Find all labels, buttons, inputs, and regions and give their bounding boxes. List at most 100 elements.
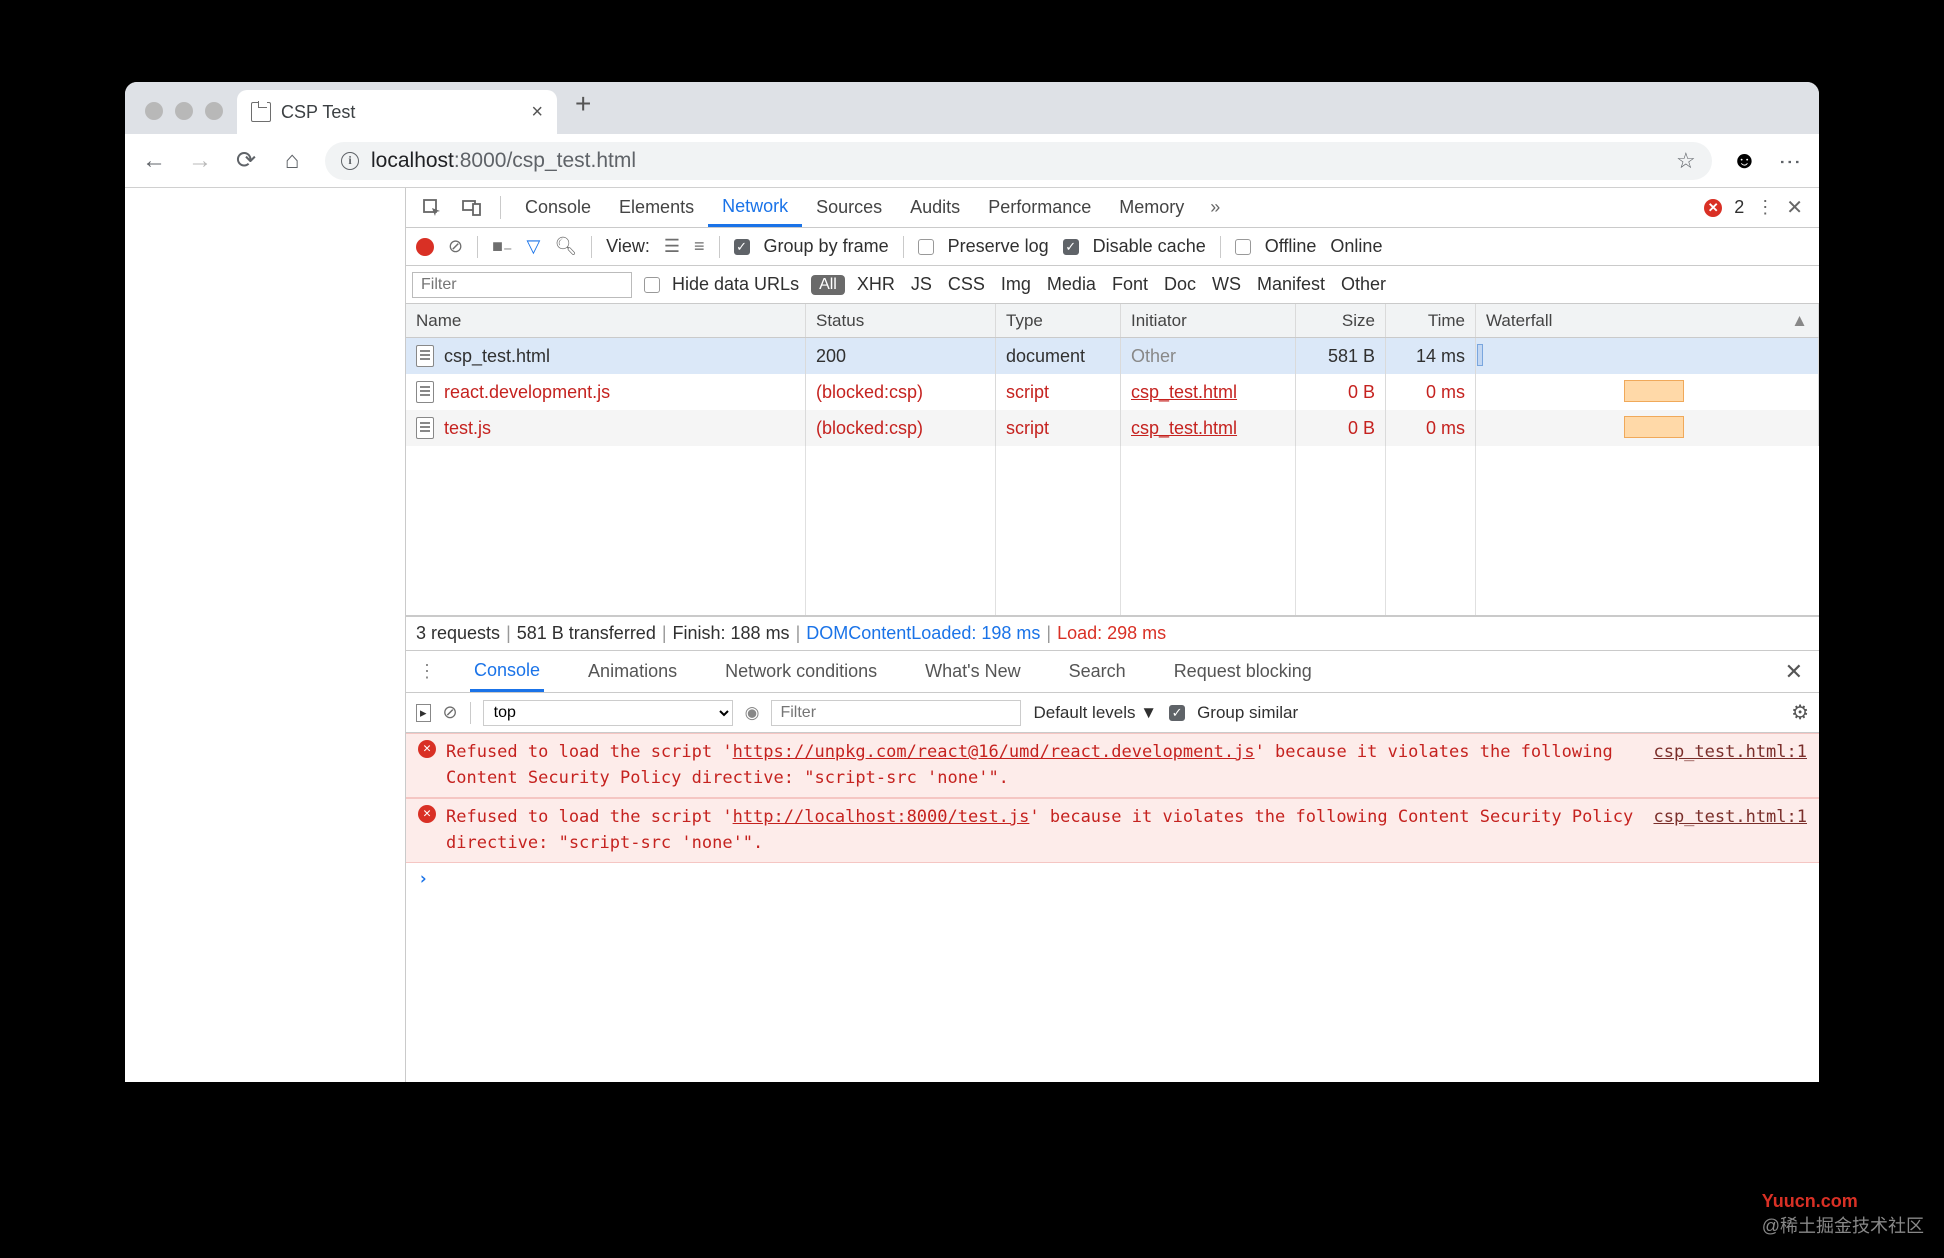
table-row[interactable]: test.js (blocked:csp)script csp_test.htm… bbox=[406, 410, 1819, 446]
hide-data-urls-checkbox[interactable] bbox=[644, 277, 660, 293]
close-dot[interactable] bbox=[145, 102, 163, 120]
disable-cache-label: Disable cache bbox=[1093, 236, 1206, 257]
drawer-tab-request-blocking[interactable]: Request blocking bbox=[1170, 651, 1316, 692]
console-toolbar: ▸ ⊘ top ◉ Default levels ▼ ✓ Group simil… bbox=[406, 693, 1819, 733]
devtools-tab-network[interactable]: Network bbox=[708, 188, 802, 227]
drawer-menu-icon[interactable]: ⋮ bbox=[414, 651, 440, 692]
drawer-tab-network-conditions[interactable]: Network conditions bbox=[721, 651, 881, 692]
filter-type-font[interactable]: Font bbox=[1112, 274, 1148, 295]
console-prompt[interactable]: › bbox=[406, 863, 1819, 895]
log-levels-dropdown[interactable]: Default levels ▼ bbox=[1033, 703, 1157, 723]
devtools-close-icon[interactable]: ✕ bbox=[1786, 195, 1803, 220]
filter-type-other[interactable]: Other bbox=[1341, 274, 1386, 295]
search-icon[interactable]: 🔍︎ bbox=[554, 236, 577, 257]
bookmark-icon[interactable]: ☆ bbox=[1676, 148, 1696, 174]
filter-all[interactable]: All bbox=[811, 275, 845, 295]
live-expression-icon[interactable]: ◉ bbox=[745, 703, 760, 723]
filter-type-js[interactable]: JS bbox=[911, 274, 932, 295]
minimize-dot[interactable] bbox=[175, 102, 193, 120]
filter-type-css[interactable]: CSS bbox=[948, 274, 985, 295]
devtools-tab-sources[interactable]: Sources bbox=[802, 188, 896, 227]
online-label[interactable]: Online bbox=[1330, 236, 1382, 257]
clear-icon[interactable]: ⊘ bbox=[448, 236, 463, 257]
large-rows-icon[interactable]: ☰ bbox=[664, 236, 680, 257]
console-error-message: ✕ Refused to load the script 'http://loc… bbox=[406, 798, 1819, 863]
disable-cache-checkbox[interactable]: ✓ bbox=[1063, 239, 1079, 255]
col-name[interactable]: Name bbox=[406, 304, 806, 337]
file-icon bbox=[416, 417, 434, 439]
console-clear-icon[interactable]: ⊘ bbox=[443, 702, 458, 723]
devtools-tab-performance[interactable]: Performance bbox=[974, 188, 1105, 227]
drawer-tab-what's-new[interactable]: What's New bbox=[921, 651, 1024, 692]
home-button[interactable]: ⌂ bbox=[279, 147, 305, 175]
error-badge-icon[interactable]: ✕ bbox=[1704, 199, 1722, 217]
network-status-bar: 3 requests| 581 B transferred| Finish: 1… bbox=[406, 617, 1819, 651]
devtools-panel: ConsoleElementsNetworkSourcesAuditsPerfo… bbox=[405, 188, 1819, 1082]
drawer-tab-search[interactable]: Search bbox=[1065, 651, 1130, 692]
col-time[interactable]: Time bbox=[1386, 304, 1476, 337]
browser-tab[interactable]: CSP Test × bbox=[237, 90, 557, 134]
console-filter-input[interactable] bbox=[771, 700, 1021, 726]
context-select[interactable]: top bbox=[483, 700, 733, 726]
devtools-tab-console[interactable]: Console bbox=[511, 188, 605, 227]
devtools-tab-memory[interactable]: Memory bbox=[1105, 188, 1198, 227]
table-row[interactable]: react.development.js (blocked:csp)script… bbox=[406, 374, 1819, 410]
preserve-log-label: Preserve log bbox=[948, 236, 1049, 257]
record-button[interactable] bbox=[416, 238, 434, 256]
drawer-close-icon[interactable]: ✕ bbox=[1777, 651, 1811, 692]
col-status[interactable]: Status bbox=[806, 304, 996, 337]
browser-menu-icon[interactable]: ⋮ bbox=[1777, 151, 1803, 171]
devtools-tab-elements[interactable]: Elements bbox=[605, 188, 708, 227]
message-source-link[interactable]: csp_test.html:1 bbox=[1653, 740, 1807, 791]
status-requests: 3 requests bbox=[416, 623, 500, 644]
omnibox[interactable]: i localhost:8000/csp_test.html ☆ bbox=[325, 142, 1712, 180]
filter-type-doc[interactable]: Doc bbox=[1164, 274, 1196, 295]
filter-icon[interactable]: ▽ bbox=[526, 236, 540, 257]
site-info-icon[interactable]: i bbox=[341, 152, 359, 170]
devtools-menu-icon[interactable]: ⋮ bbox=[1756, 197, 1774, 218]
forward-button[interactable]: → bbox=[187, 147, 213, 175]
camera-icon[interactable]: ■₋ bbox=[492, 236, 512, 257]
filter-type-img[interactable]: Img bbox=[1001, 274, 1031, 295]
filter-type-manifest[interactable]: Manifest bbox=[1257, 274, 1325, 295]
filter-type-xhr[interactable]: XHR bbox=[857, 274, 895, 295]
devtools-tab-audits[interactable]: Audits bbox=[896, 188, 974, 227]
reload-button[interactable]: ⟳ bbox=[233, 146, 259, 175]
network-table: Name Status Type Initiator Size Time Wat… bbox=[406, 304, 1819, 617]
col-type[interactable]: Type bbox=[996, 304, 1121, 337]
device-toggle-icon[interactable] bbox=[454, 188, 490, 227]
drawer-tab-animations[interactable]: Animations bbox=[584, 651, 681, 692]
group-by-frame-checkbox[interactable]: ✓ bbox=[734, 239, 750, 255]
overview-icon[interactable]: ≡ bbox=[694, 236, 705, 257]
initiator-link[interactable]: csp_test.html bbox=[1131, 382, 1237, 403]
profile-avatar[interactable]: ☻ bbox=[1732, 147, 1757, 175]
group-similar-checkbox[interactable]: ✓ bbox=[1169, 705, 1185, 721]
page-icon bbox=[251, 102, 271, 122]
console-settings-icon[interactable]: ⚙ bbox=[1791, 700, 1809, 725]
more-tabs-icon[interactable]: » bbox=[1202, 188, 1228, 227]
error-icon: ✕ bbox=[418, 805, 436, 823]
filter-type-media[interactable]: Media bbox=[1047, 274, 1096, 295]
zoom-dot[interactable] bbox=[205, 102, 223, 120]
offline-checkbox[interactable] bbox=[1235, 239, 1251, 255]
preserve-log-checkbox[interactable] bbox=[918, 239, 934, 255]
address-bar: ← → ⟳ ⌂ i localhost:8000/csp_test.html ☆… bbox=[125, 134, 1819, 188]
url-text: localhost:8000/csp_test.html bbox=[371, 149, 636, 173]
inspect-icon[interactable] bbox=[414, 188, 450, 227]
col-initiator[interactable]: Initiator bbox=[1121, 304, 1296, 337]
filter-type-ws[interactable]: WS bbox=[1212, 274, 1241, 295]
back-button[interactable]: ← bbox=[141, 147, 167, 175]
console-sidebar-toggle-icon[interactable]: ▸ bbox=[416, 704, 431, 722]
tab-strip: CSP Test × + bbox=[125, 82, 1819, 134]
table-row[interactable]: csp_test.html 200document Other581 B14 m… bbox=[406, 338, 1819, 374]
col-waterfall[interactable]: Waterfall▲ bbox=[1476, 304, 1819, 337]
new-tab-button[interactable]: + bbox=[557, 82, 609, 134]
status-finish: Finish: 188 ms bbox=[673, 623, 790, 644]
message-source-link[interactable]: csp_test.html:1 bbox=[1653, 805, 1807, 856]
error-icon: ✕ bbox=[418, 740, 436, 758]
initiator-link[interactable]: csp_test.html bbox=[1131, 418, 1237, 439]
drawer-tab-console[interactable]: Console bbox=[470, 651, 544, 692]
close-tab-icon[interactable]: × bbox=[531, 101, 543, 124]
network-filter-input[interactable] bbox=[412, 272, 632, 298]
col-size[interactable]: Size bbox=[1296, 304, 1386, 337]
